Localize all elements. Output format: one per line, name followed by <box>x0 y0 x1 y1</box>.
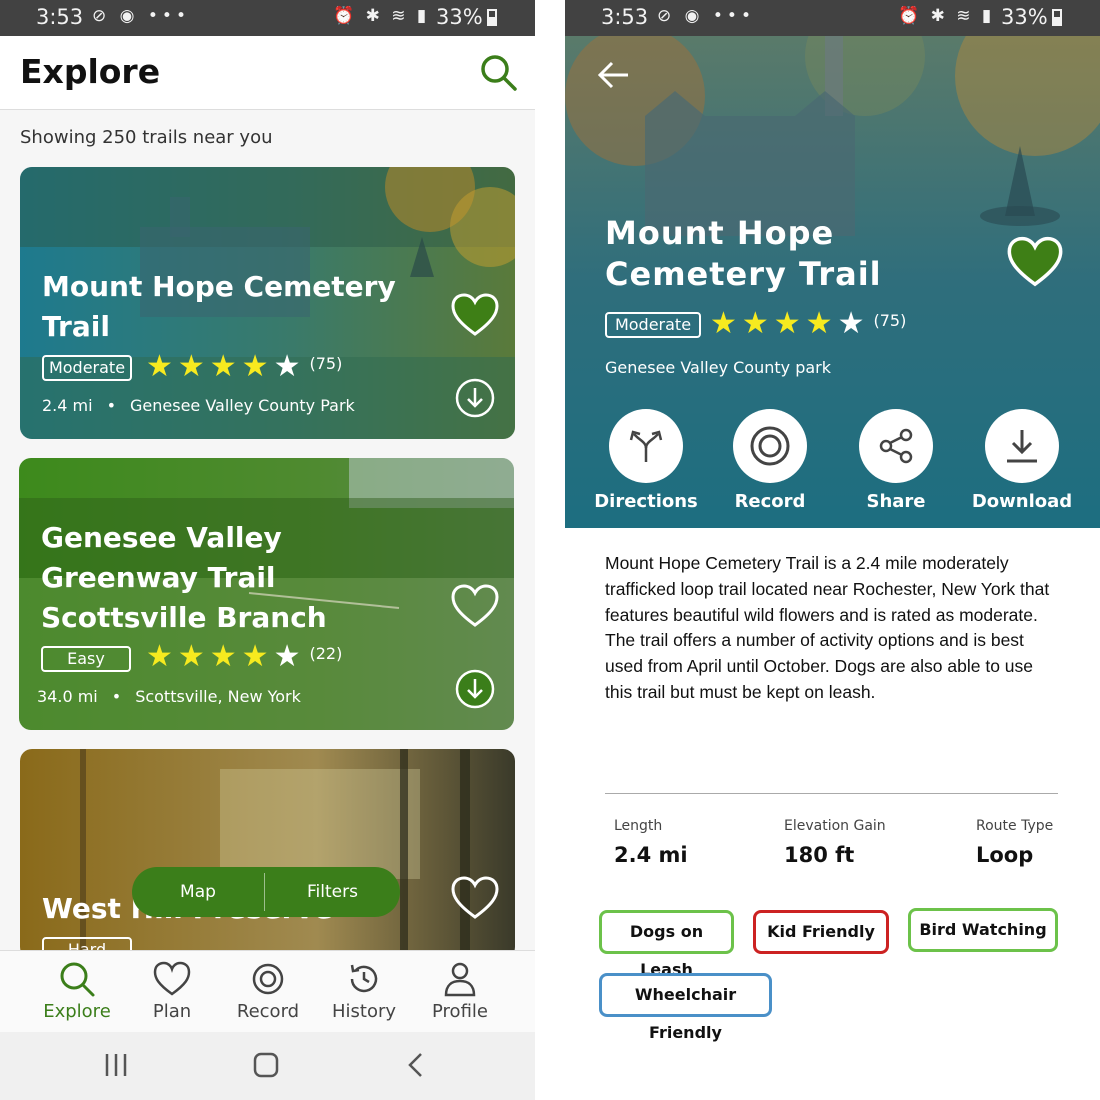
tag-wheelchair-friendly[interactable]: Wheelchair Friendly <box>599 973 772 1042</box>
search-icon[interactable] <box>478 52 518 92</box>
notification-icons: ⊘ ◉ ••• <box>657 6 755 26</box>
trail-description: Mount Hope Cemetery Trail is a 2.4 mile … <box>605 553 1050 702</box>
heart-outline-icon[interactable] <box>451 584 499 628</box>
trail-distance: 2.4 mi <box>42 396 93 415</box>
map-button[interactable]: Map <box>132 867 264 917</box>
nav-explore[interactable]: Explore <box>29 959 125 1022</box>
trail-distance: 34.0 mi <box>37 687 98 706</box>
trail-meta: 2.4 mi • Genesee Valley County Park <box>42 396 355 415</box>
nav-label: Profile <box>432 1001 488 1022</box>
recents-icon[interactable] <box>105 1054 127 1076</box>
explore-screen: 3:53 ⊘ ◉ ••• ⏰ ✱ ≋ ▮ 33% Explore Showing… <box>0 0 535 1100</box>
back-arrow-icon[interactable] <box>597 60 631 90</box>
nav-plan[interactable]: Plan <box>124 959 220 1022</box>
star-rating: ★★★★★ (22) <box>146 639 343 674</box>
trail-location: Scottsville, New York <box>135 687 301 706</box>
difficulty-badge: Moderate <box>42 355 132 381</box>
trail-title: Mount Hope Cemetery Trail <box>42 270 396 343</box>
nav-history[interactable]: History <box>316 959 412 1022</box>
status-time: 3:53 <box>601 5 649 29</box>
length-value: 2.4 mi <box>614 843 688 867</box>
trail-card[interactable]: Mount Hope Cemetery Trail Moderate ★★★★★… <box>20 167 515 439</box>
action-label: Share <box>866 491 926 512</box>
heart-icon[interactable] <box>451 293 499 337</box>
stats-divider <box>605 793 1058 794</box>
action-label: Directions <box>594 491 698 512</box>
heart-outline-icon[interactable] <box>451 876 499 920</box>
route-type-value: Loop <box>976 843 1034 867</box>
trail-title: Genesee Valley Greenway Trail Scottsvill… <box>41 521 327 634</box>
star-rating: ★★★★★ (75) <box>710 306 907 341</box>
share-icon <box>879 428 913 464</box>
history-icon <box>350 964 378 993</box>
battery-indicator: 33% <box>1001 5 1062 29</box>
tag-kid-friendly[interactable]: Kid Friendly <box>753 910 889 954</box>
download-icon <box>1007 430 1037 463</box>
download-icon[interactable] <box>455 378 495 418</box>
directions-button[interactable]: Directions <box>591 409 701 512</box>
status-bar: 3:53 ⊘ ◉ ••• ⏰ ✱ ≋ ▮ 33% <box>0 0 535 36</box>
nav-label: Record <box>236 1001 300 1022</box>
difficulty-badge: Easy <box>41 646 131 672</box>
review-count: (75) <box>873 310 907 330</box>
heart-icon <box>153 961 191 996</box>
system-icons: ⏰ ✱ ≋ ▮ <box>333 6 430 26</box>
nav-label: Plan <box>152 1001 192 1022</box>
search-icon <box>60 962 95 997</box>
results-count: Showing 250 trails near you <box>20 127 273 148</box>
trail-card[interactable]: West Hill Preserve Hard <box>20 749 515 959</box>
notification-icons: ⊘ ◉ ••• <box>92 6 190 26</box>
trail-card[interactable]: Genesee Valley Greenway Trail Scottsvill… <box>19 458 514 730</box>
record-icon <box>750 426 790 466</box>
trail-park: Genesee Valley County park <box>605 358 832 377</box>
download-icon[interactable] <box>455 669 495 709</box>
review-count: (75) <box>309 353 343 373</box>
heart-icon[interactable] <box>1007 236 1063 288</box>
action-label: Record <box>734 491 806 512</box>
nav-label: Explore <box>43 1001 111 1022</box>
tag-bird-watching[interactable]: Bird Watching <box>908 908 1058 952</box>
trail-title: Mount Hope Cemetery Trail <box>605 214 882 293</box>
system-navigation <box>0 1032 535 1100</box>
star-rating: ★★★★★ (75) <box>146 349 343 384</box>
route-type-label: Route Type <box>976 818 1054 834</box>
tag-dogs-on-leash[interactable]: Dogs on Leash <box>599 910 734 979</box>
trail-location: Genesee Valley County Park <box>130 396 355 415</box>
app-bar: Explore <box>0 36 535 110</box>
length-label: Length <box>614 818 663 834</box>
trail-detail-screen: 3:53 ⊘ ◉ ••• ⏰ ✱ ≋ ▮ 33% Mount Hope Ceme… <box>565 0 1100 1100</box>
trail-hero: Mount Hope Cemetery Trail Moderate ★★★★★… <box>565 36 1100 528</box>
record-icon <box>252 963 284 995</box>
nav-label: History <box>331 1001 397 1022</box>
system-icons: ⏰ ✱ ≋ ▮ <box>898 6 995 26</box>
share-button[interactable]: Share <box>841 409 951 512</box>
bottom-navigation: Explore Plan Record History Profile <box>0 950 535 1032</box>
status-bar: 3:53 ⊘ ◉ ••• ⏰ ✱ ≋ ▮ 33% <box>565 0 1100 36</box>
record-button[interactable]: Record <box>715 409 825 512</box>
status-time: 3:53 <box>36 5 84 29</box>
back-icon[interactable] <box>408 1053 422 1077</box>
elevation-value: 180 ft <box>784 843 855 867</box>
map-filters-toggle: Map Filters <box>132 867 400 917</box>
review-count: (22) <box>309 643 343 663</box>
nav-record[interactable]: Record <box>220 959 316 1022</box>
download-button[interactable]: Download <box>967 409 1077 512</box>
directions-icon <box>629 430 663 462</box>
elevation-label: Elevation Gain <box>784 818 886 834</box>
trail-meta: 34.0 mi • Scottsville, New York <box>37 687 301 706</box>
profile-icon <box>444 962 476 997</box>
filters-button[interactable]: Filters <box>265 867 400 917</box>
page-title: Explore <box>20 52 161 91</box>
difficulty-badge: Moderate <box>605 312 701 338</box>
home-icon[interactable] <box>253 1052 279 1078</box>
action-label: Download <box>971 491 1073 512</box>
nav-profile[interactable]: Profile <box>412 959 508 1022</box>
battery-indicator: 33% <box>436 5 497 29</box>
